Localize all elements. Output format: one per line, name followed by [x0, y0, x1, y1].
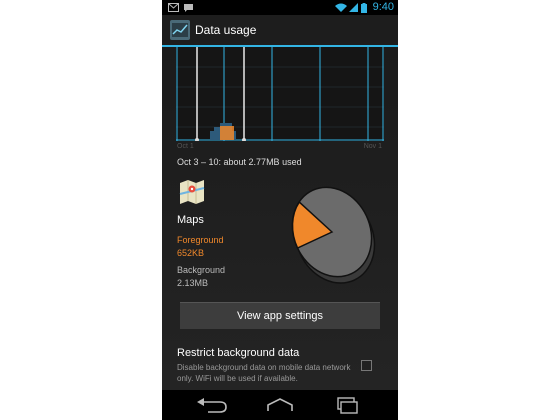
status-time: 9:40 — [372, 1, 394, 13]
restrict-background-description: Disable background data on mobile data n… — [177, 363, 351, 383]
data-usage-icon[interactable] — [170, 20, 190, 40]
nav-bar — [162, 390, 398, 420]
gmail-icon — [168, 3, 179, 12]
talk-icon — [184, 4, 193, 12]
recent-apps-icon[interactable] — [326, 393, 366, 417]
back-icon[interactable] — [192, 393, 232, 417]
content-area: Oct 1 Nov 1 Oct 3 – 10: about 2.77MB use… — [162, 47, 398, 390]
wifi-icon — [335, 3, 347, 12]
battery-icon — [361, 3, 367, 13]
signal-icon — [349, 3, 358, 12]
home-icon[interactable] — [260, 393, 300, 417]
app-name: Maps — [177, 214, 204, 226]
page-title: Data usage — [195, 23, 257, 37]
background-label: Background — [177, 265, 226, 275]
phone-screen: 9:40 Data usage Oct 1 Nov 1 Oct 3 – 10: … — [162, 0, 398, 420]
usage-pie-chart — [291, 186, 376, 284]
status-bar: 9:40 — [162, 0, 398, 15]
usage-summary: Oct 3 – 10: about 2.77MB used — [177, 157, 302, 167]
maps-icon — [179, 180, 205, 204]
action-bar: Data usage — [162, 15, 398, 45]
restrict-background-title[interactable]: Restrict background data — [177, 347, 299, 359]
foreground-label: Foreground — [177, 235, 224, 245]
chart-end-label: Nov 1 — [363, 143, 382, 150]
foreground-value: 652KB — [177, 248, 205, 258]
background-value: 2.13MB — [177, 278, 209, 288]
usage-chart[interactable] — [176, 47, 384, 141]
view-app-settings-button[interactable]: View app settings — [180, 302, 380, 329]
chart-start-label: Oct 1 — [177, 143, 194, 150]
restrict-background-checkbox[interactable] — [361, 360, 372, 371]
